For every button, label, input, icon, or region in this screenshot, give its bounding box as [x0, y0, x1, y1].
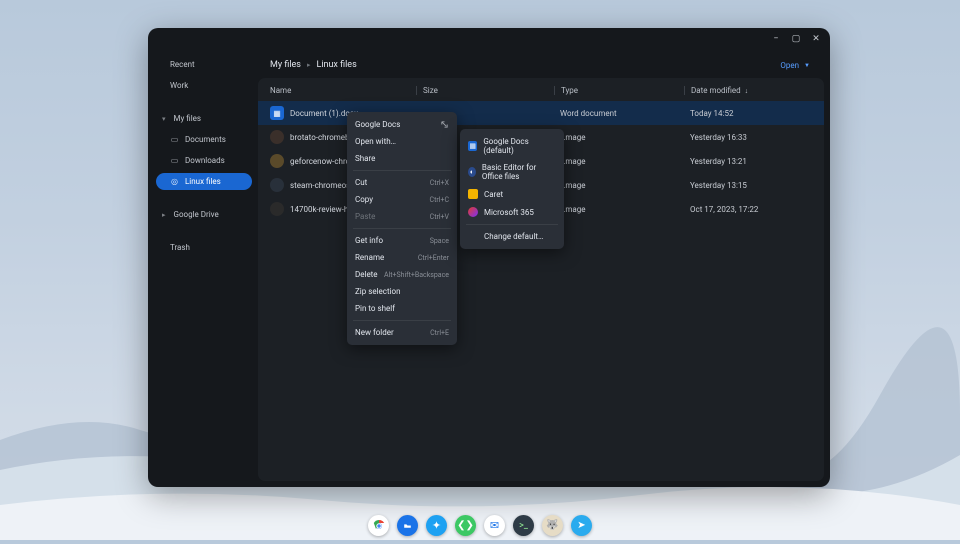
sidebar: Recent Work ▾My files ▭Documents ▭Downlo… [148, 50, 258, 487]
submenu-change-default[interactable]: Change default… [460, 228, 564, 245]
folder-icon: ▭ [170, 135, 179, 144]
dropdown-icon: ▼ [804, 62, 810, 69]
app-gimp[interactable]: 🐺 [542, 515, 563, 536]
file-panel: Name Size Type Date modified↓ ▦Document … [258, 78, 824, 481]
app-terminal[interactable]: >_ [513, 515, 534, 536]
sidebar-item-downloads[interactable]: ▭Downloads [156, 152, 252, 169]
column-date[interactable]: Date modified↓ [684, 86, 814, 95]
table-header: Name Size Type Date modified↓ [258, 78, 824, 101]
ctx-delete[interactable]: DeleteAlt+Shift+Backspace [347, 266, 457, 283]
close-button[interactable]: ✕ [810, 33, 822, 45]
column-size[interactable]: Size [416, 86, 554, 95]
sort-desc-icon: ↓ [745, 87, 749, 95]
context-menu: Google Docs Open with… Share CutCtrl+X C… [347, 112, 457, 345]
app-files[interactable] [397, 515, 418, 536]
submenu-google-docs[interactable]: ▦Google Docs (default) [460, 133, 564, 159]
messages-icon: ✉ [490, 519, 499, 532]
ctx-zip[interactable]: Zip selection [347, 283, 457, 300]
submenu-ms365[interactable]: Microsoft 365 [460, 203, 564, 221]
gdocs-icon: ▦ [468, 141, 477, 151]
chevron-down-icon: ▾ [162, 115, 166, 123]
open-button[interactable]: Open▼ [780, 61, 810, 70]
sidebar-item-work[interactable]: Work [156, 77, 252, 94]
ctx-get-info[interactable]: Get infoSpace [347, 232, 457, 249]
files-window: − ▢ ✕ Recent Work ▾My files ▭Documents ▭… [148, 28, 830, 487]
minimize-button[interactable]: − [770, 33, 782, 45]
image-icon [270, 202, 284, 216]
submenu-caret[interactable]: Caret [460, 185, 564, 203]
submenu-basic-editor[interactable]: ◐Basic Editor for Office files [460, 159, 564, 185]
column-name[interactable]: Name [270, 86, 416, 95]
app-chrome[interactable] [368, 515, 389, 536]
doc-icon: ▦ [270, 106, 284, 120]
maximize-button[interactable]: ▢ [790, 33, 802, 45]
external-icon [440, 120, 449, 129]
image-icon [270, 130, 284, 144]
ctx-copy[interactable]: CopyCtrl+C [347, 191, 457, 208]
sidebar-item-gdrive[interactable]: ▸Google Drive [156, 206, 252, 223]
basic-editor-icon: ◐ [468, 167, 476, 177]
sidebar-item-linux[interactable]: ◎Linux files [156, 173, 252, 190]
ctx-share[interactable]: Share [347, 150, 457, 167]
ctx-new-folder[interactable]: New folderCtrl+E [347, 324, 457, 341]
sidebar-item-trash[interactable]: Trash [156, 239, 252, 256]
sidebar-item-documents[interactable]: ▭Documents [156, 131, 252, 148]
breadcrumb-root[interactable]: My files [270, 60, 301, 70]
ctx-paste: PasteCtrl+V [347, 208, 457, 225]
ctx-rename[interactable]: RenameCtrl+Enter [347, 249, 457, 266]
app-whatsapp[interactable]: ❮❯ [455, 515, 476, 536]
ctx-cut[interactable]: CutCtrl+X [347, 174, 457, 191]
toolbar: My files ▸ Linux files Open▼ [258, 50, 824, 78]
chevron-right-icon: ▸ [162, 211, 166, 219]
app-messages[interactable]: ✉ [484, 515, 505, 536]
ctx-pin[interactable]: Pin to shelf [347, 300, 457, 317]
gimp-icon: 🐺 [546, 520, 558, 531]
chevron-right-icon: ▸ [307, 61, 311, 69]
ctx-open-with[interactable]: Open with… [347, 133, 457, 150]
image-icon [270, 178, 284, 192]
ms365-icon [468, 207, 478, 217]
whatsapp-icon: ❮❯ [457, 520, 474, 531]
caret-icon [468, 189, 478, 199]
app-twitter[interactable]: ✦ [426, 515, 447, 536]
sidebar-item-recent[interactable]: Recent [156, 56, 252, 73]
app-telegram[interactable]: ➤ [571, 515, 592, 536]
ctx-google-docs[interactable]: Google Docs [347, 116, 457, 133]
folder-icon: ▭ [170, 156, 179, 165]
open-with-submenu: ▦Google Docs (default) ◐Basic Editor for… [460, 129, 564, 249]
titlebar: − ▢ ✕ [148, 28, 830, 50]
image-icon [270, 154, 284, 168]
column-type[interactable]: Type [554, 86, 684, 95]
shelf: ✦ ❮❯ ✉ >_ 🐺 ➤ [368, 515, 592, 536]
main-pane: My files ▸ Linux files Open▼ Name Size T… [258, 50, 830, 487]
sidebar-item-myfiles[interactable]: ▾My files [156, 110, 252, 127]
breadcrumb-current: Linux files [316, 60, 356, 70]
table-row[interactable]: ▦Document (1).docx Word document Today 1… [258, 101, 824, 125]
linux-icon: ◎ [170, 177, 179, 186]
